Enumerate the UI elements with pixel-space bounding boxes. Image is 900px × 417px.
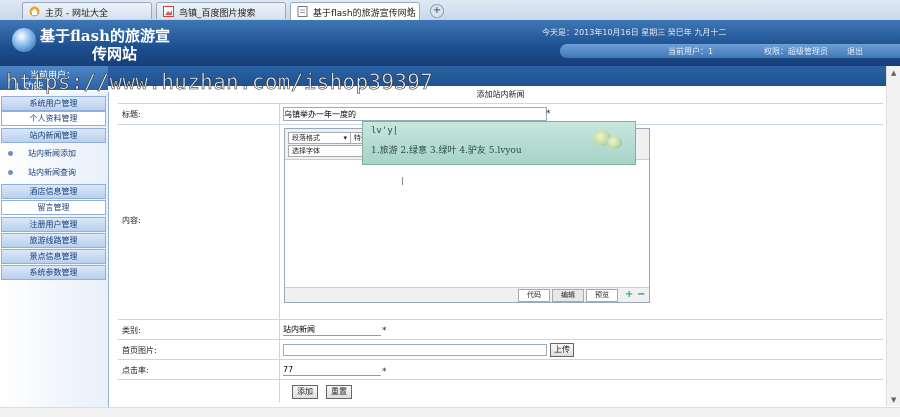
tab-label: 主页 - 网址大全 <box>45 9 108 19</box>
select-value: 选择字体 <box>292 147 320 155</box>
tab-preview[interactable]: 预览 <box>586 289 618 302</box>
category-input[interactable] <box>283 323 381 336</box>
content-label: 内容: <box>122 216 141 225</box>
permission-text: 权限：超级管理员 <box>764 47 828 56</box>
bullet-icon <box>8 170 13 175</box>
required-mark: * <box>382 367 387 377</box>
new-tab-icon[interactable]: + <box>430 4 444 18</box>
ime-candidates[interactable]: 1.旅游 2.绿意 3.绿叶 4.驴友 5.lvyou <box>371 143 522 156</box>
tab-label: 鸟镇_百度图片搜索 <box>179 9 256 19</box>
ime-candidate-popup: lv'y| 1.旅游 2.绿意 3.绿叶 4.驴友 5.lvyou <box>362 121 636 165</box>
zoom-in-icon[interactable]: + <box>625 289 633 300</box>
sidebar-item-routes[interactable]: 旅游线路管理 <box>1 233 106 248</box>
browser-tab-home[interactable]: 主页 - 网址大全 <box>22 2 152 19</box>
site-title-line2: 传网站 <box>92 45 138 63</box>
sidebar-item-label: 站内新闻添加 <box>28 149 76 158</box>
bullet-icon <box>8 151 13 156</box>
site-header: 基于flash的旅游宣 传网站 今天是：2013年10月16日 星期三 癸巳年 … <box>0 20 900 66</box>
sidebar-item-scenic-spots[interactable]: 景点信息管理 <box>1 249 106 264</box>
required-mark: * <box>382 326 387 336</box>
submit-button[interactable]: 添加 <box>292 385 318 399</box>
user-bar: 当前用户：1 权限：超级管理员 退出 <box>560 44 900 58</box>
sidebar-item-profile[interactable]: 个人资料管理 <box>1 111 106 126</box>
vertical-scrollbar[interactable]: ▲ ▼ <box>886 66 900 406</box>
logout-link[interactable]: 退出 <box>847 46 863 57</box>
ime-composition: lv'y| <box>371 126 399 136</box>
category-row: 类别: * <box>118 320 883 340</box>
image-row: 首页图片: 上传 <box>118 340 883 360</box>
title-label: 标题: <box>122 110 141 119</box>
title-input[interactable] <box>283 107 547 121</box>
browser-home-icon <box>29 6 40 17</box>
sidebar-item-system-users[interactable]: 系统用户管理 <box>1 96 106 111</box>
clicks-row: 点击率: * <box>118 360 883 380</box>
category-label: 类别: <box>122 326 141 335</box>
font-select[interactable]: 选择字体 <box>288 145 367 157</box>
sidebar-item-messages[interactable]: 留言管理 <box>1 200 106 215</box>
tab-label: 基于flash的旅游宣传网站 <box>313 9 416 19</box>
upload-button[interactable]: 上传 <box>550 343 574 357</box>
image-path-input[interactable] <box>283 344 547 356</box>
sidebar-item-hotels[interactable]: 酒店信息管理 <box>1 184 106 199</box>
sidebar: 系统用户管理 个人资料管理 站内新闻管理 站内新闻添加 站内新闻查询 酒店信息管… <box>0 92 109 416</box>
sidebar-item-news-manage[interactable]: 站内新闻管理 <box>1 128 106 143</box>
tab-edit[interactable]: 编辑 <box>552 289 584 302</box>
clicks-input[interactable] <box>283 363 381 376</box>
reset-button[interactable]: 重置 <box>326 385 352 399</box>
select-value: 段落格式 <box>292 134 320 142</box>
zoom-out-icon[interactable]: − <box>637 289 645 300</box>
chevron-down-icon: ▾ <box>343 134 347 142</box>
tab-code[interactable]: 代码 <box>518 289 550 302</box>
sidebar-item-news-query[interactable]: 站内新闻查询 <box>1 166 106 181</box>
paragraph-format-select[interactable]: 段落格式 ▾ <box>288 132 351 144</box>
scroll-up-icon[interactable]: ▲ <box>891 69 896 77</box>
image-page-icon <box>163 6 174 17</box>
image-label: 首页图片: <box>122 346 157 355</box>
heart-decoration-icon <box>607 136 622 149</box>
watermark: https://www.huzhan.com/ishop39397 <box>6 70 434 95</box>
sidebar-item-label: 站内新闻查询 <box>28 168 76 177</box>
sidebar-item-news-add[interactable]: 站内新闻添加 <box>1 147 106 162</box>
browser-tab-image-search[interactable]: 鸟镇_百度图片搜索 <box>156 2 286 19</box>
browser-tab-active[interactable]: 基于flash的旅游宣传网站 ✕ <box>290 2 420 21</box>
site-logo <box>12 28 36 52</box>
sidebar-item-system-params[interactable]: 系统参数管理 <box>1 265 106 280</box>
sidebar-item-registered-users[interactable]: 注册用户管理 <box>1 217 106 232</box>
site-page-icon <box>297 6 308 17</box>
browser-tab-bar: 主页 - 网址大全 鸟镇_百度图片搜索 基于flash的旅游宣传网站 ✕ + <box>0 0 900 21</box>
editor-mode-bar: 代码 编辑 预览 + − <box>285 287 649 302</box>
date-text: 今天是：2013年10月16日 星期三 癸巳年 九月十二 <box>542 28 727 37</box>
actions-row: 添加 重置 <box>118 380 883 402</box>
current-user-text: 当前用户：1 <box>668 47 714 56</box>
clicks-label: 点击率: <box>122 366 149 375</box>
required-mark: * <box>546 109 551 119</box>
close-tab-icon[interactable]: ✕ <box>406 6 414 16</box>
editor-caret <box>402 177 403 185</box>
scroll-down-icon[interactable]: ▼ <box>891 396 896 404</box>
